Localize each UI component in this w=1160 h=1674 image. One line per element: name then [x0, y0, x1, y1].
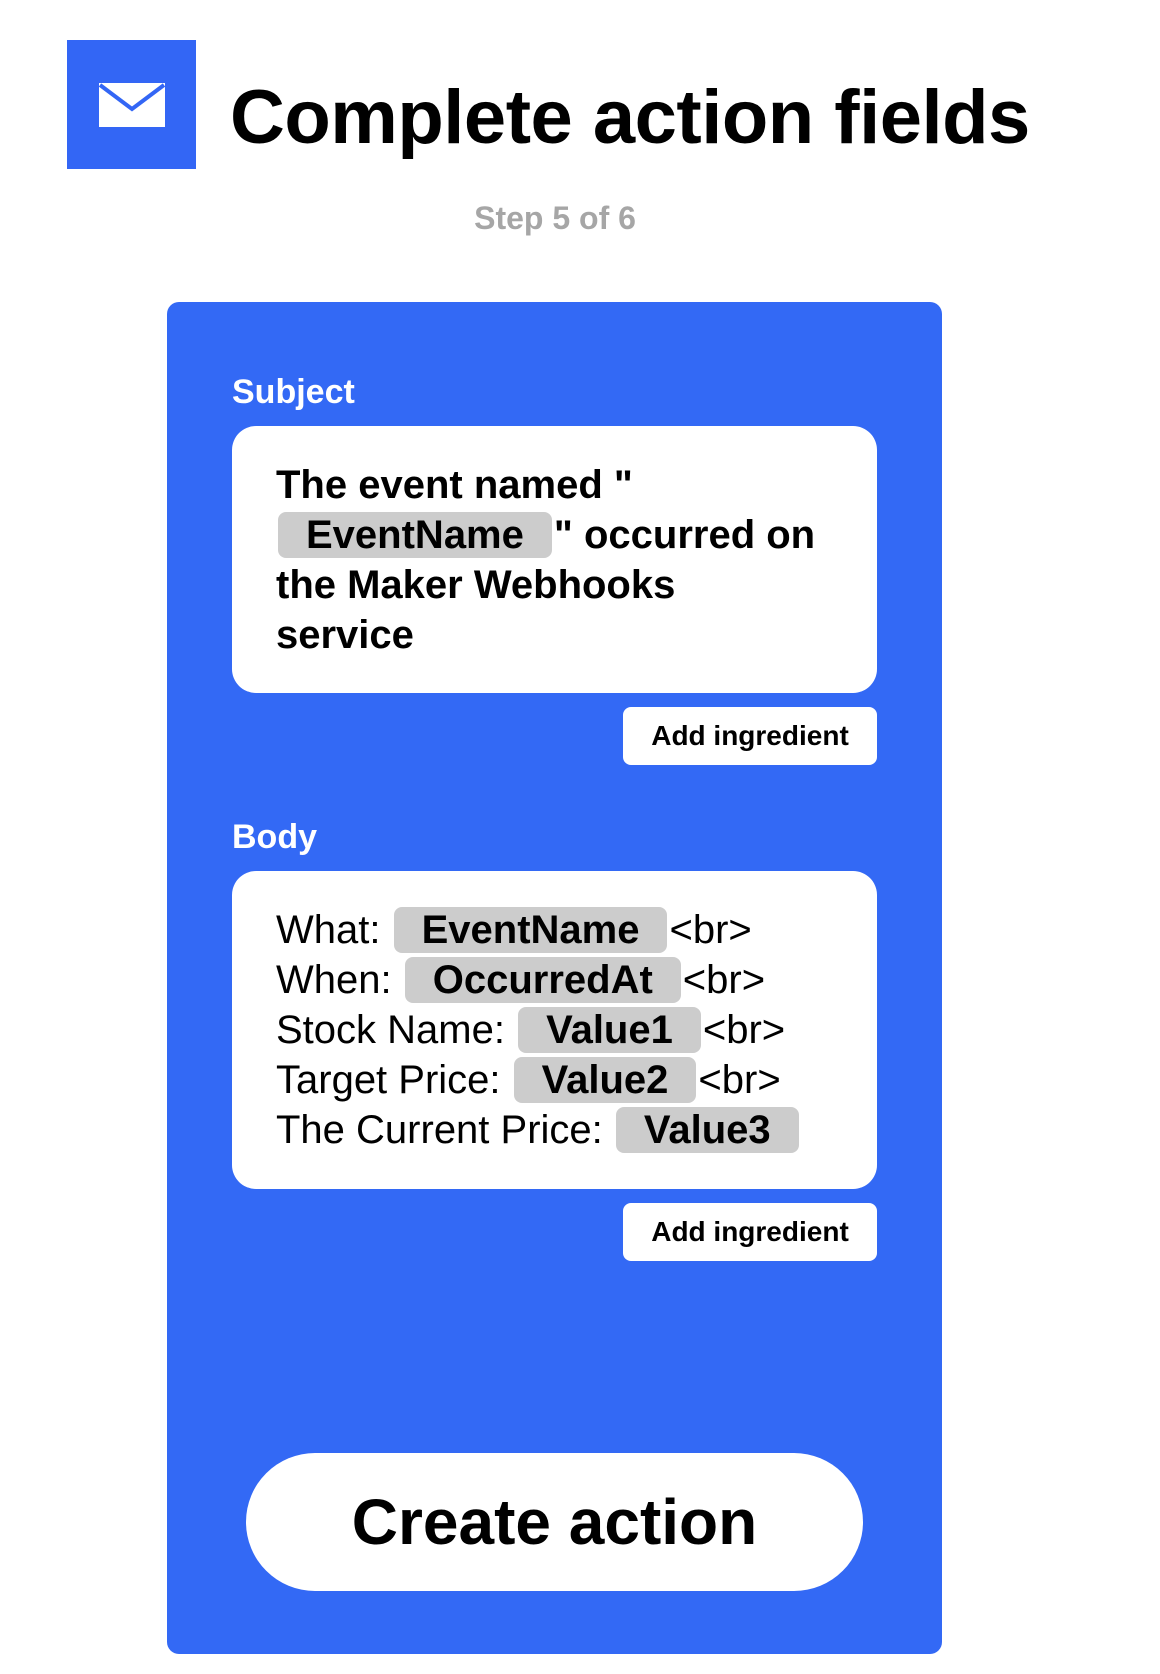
body-row: Stock Name: Value1 <br> — [276, 1005, 833, 1055]
subject-field[interactable]: The event named " EventName " occurred on… — [232, 426, 877, 693]
body-row-label: When: — [276, 958, 392, 1002]
body-row-suffix: <br> — [702, 1008, 786, 1052]
body-label: Body — [232, 818, 317, 856]
subject-line-1: The event named " — [276, 460, 833, 510]
body-row: Target Price: Value2 <br> — [276, 1055, 833, 1105]
ingredient-pill-occurredat[interactable]: OccurredAt — [404, 957, 681, 1003]
page-title: Complete action fields — [230, 75, 1030, 160]
action-fields-panel: Subject The event named " EventName " occ… — [167, 302, 942, 1654]
subject-line-2: EventName " occurred on — [276, 510, 833, 560]
subject-text: service — [276, 613, 414, 657]
body-row-label: What: — [276, 908, 381, 952]
subject-text: the Maker Webhooks — [276, 563, 676, 607]
ingredient-pill-value3[interactable]: Value3 — [615, 1107, 799, 1153]
body-field[interactable]: What: EventName <br> When: OccurredAt <br>… — [232, 871, 877, 1189]
body-row: What: EventName <br> — [276, 905, 833, 955]
ingredient-pill-value2[interactable]: Value2 — [513, 1057, 697, 1103]
subject-add-ingredient-button[interactable]: Add ingredient — [623, 707, 877, 765]
step-indicator: Step 5 of 6 — [474, 200, 636, 236]
subject-label: Subject — [232, 373, 355, 411]
body-row-label: Target Price: — [276, 1058, 501, 1102]
subject-text: " occurred on — [553, 513, 816, 557]
body-row-suffix: <br> — [669, 908, 752, 952]
ingredient-pill-eventname[interactable]: EventName — [393, 907, 668, 953]
subject-text: The event named " — [276, 463, 633, 507]
body-row-label: The Current Price: — [276, 1108, 603, 1152]
body-row-label: Stock Name: — [276, 1008, 505, 1052]
email-icon — [67, 40, 196, 169]
create-action-button[interactable]: Create action — [246, 1453, 863, 1591]
body-row-suffix: <br> — [682, 958, 766, 1002]
envelope-glyph — [98, 82, 165, 127]
body-row: The Current Price: Value3 — [276, 1105, 833, 1155]
body-row-suffix: <br> — [698, 1058, 781, 1102]
ingredient-pill-eventname[interactable]: EventName — [278, 512, 552, 558]
header: Complete action fields Step 5 of 6 — [0, 0, 1160, 240]
subject-line-4: service — [276, 610, 833, 660]
body-add-ingredient-button[interactable]: Add ingredient — [623, 1203, 877, 1261]
body-row: When: OccurredAt <br> — [276, 955, 833, 1005]
ingredient-pill-value1[interactable]: Value1 — [518, 1007, 701, 1053]
subject-line-3: the Maker Webhooks — [276, 560, 833, 610]
